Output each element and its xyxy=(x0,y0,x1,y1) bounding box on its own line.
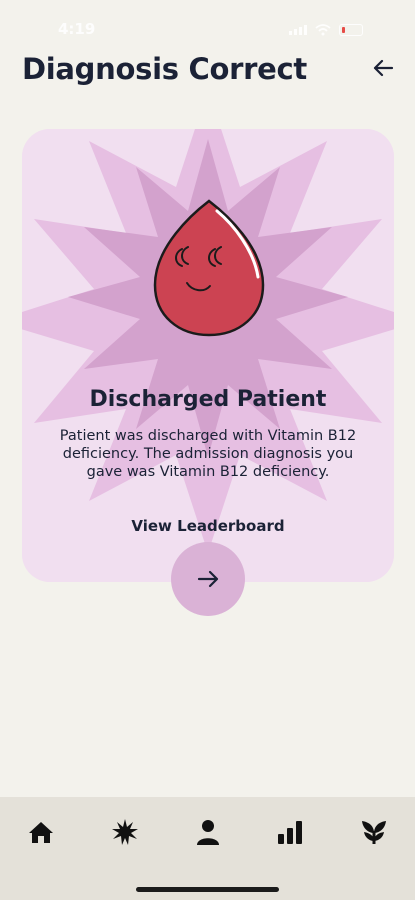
status-bar: 4:19 xyxy=(0,0,415,44)
tab-stats[interactable] xyxy=(268,817,312,847)
arrow-left-icon xyxy=(373,59,394,77)
header: Diagnosis Correct xyxy=(22,50,397,98)
tab-bar xyxy=(0,797,415,900)
person-icon xyxy=(197,820,219,845)
view-leaderboard-link[interactable]: View Leaderboard xyxy=(22,517,394,535)
result-card: Discharged Patient Patient was discharge… xyxy=(22,129,394,582)
next-button[interactable] xyxy=(171,542,245,616)
bar-chart-icon xyxy=(278,821,302,844)
arrow-right-icon xyxy=(197,570,219,588)
wifi-icon xyxy=(315,24,331,36)
tab-profile[interactable] xyxy=(186,817,230,847)
tab-growth[interactable] xyxy=(352,817,396,847)
card-title: Discharged Patient xyxy=(89,387,327,412)
tab-home[interactable] xyxy=(19,817,63,847)
status-icons xyxy=(289,24,363,36)
cellular-signal-icon xyxy=(289,25,307,35)
home-icon xyxy=(29,822,53,843)
card-message: Patient was discharged with Vitamin B12 … xyxy=(59,428,357,480)
battery-icon xyxy=(339,24,363,36)
status-time: 4:19 xyxy=(58,20,96,38)
sprout-icon xyxy=(362,821,386,844)
card-illustration xyxy=(22,129,394,582)
page-title: Diagnosis Correct xyxy=(22,52,307,86)
back-button[interactable] xyxy=(369,54,397,82)
home-indicator[interactable] xyxy=(136,887,279,892)
starburst-icon xyxy=(112,819,138,845)
tab-explore[interactable] xyxy=(103,817,147,847)
